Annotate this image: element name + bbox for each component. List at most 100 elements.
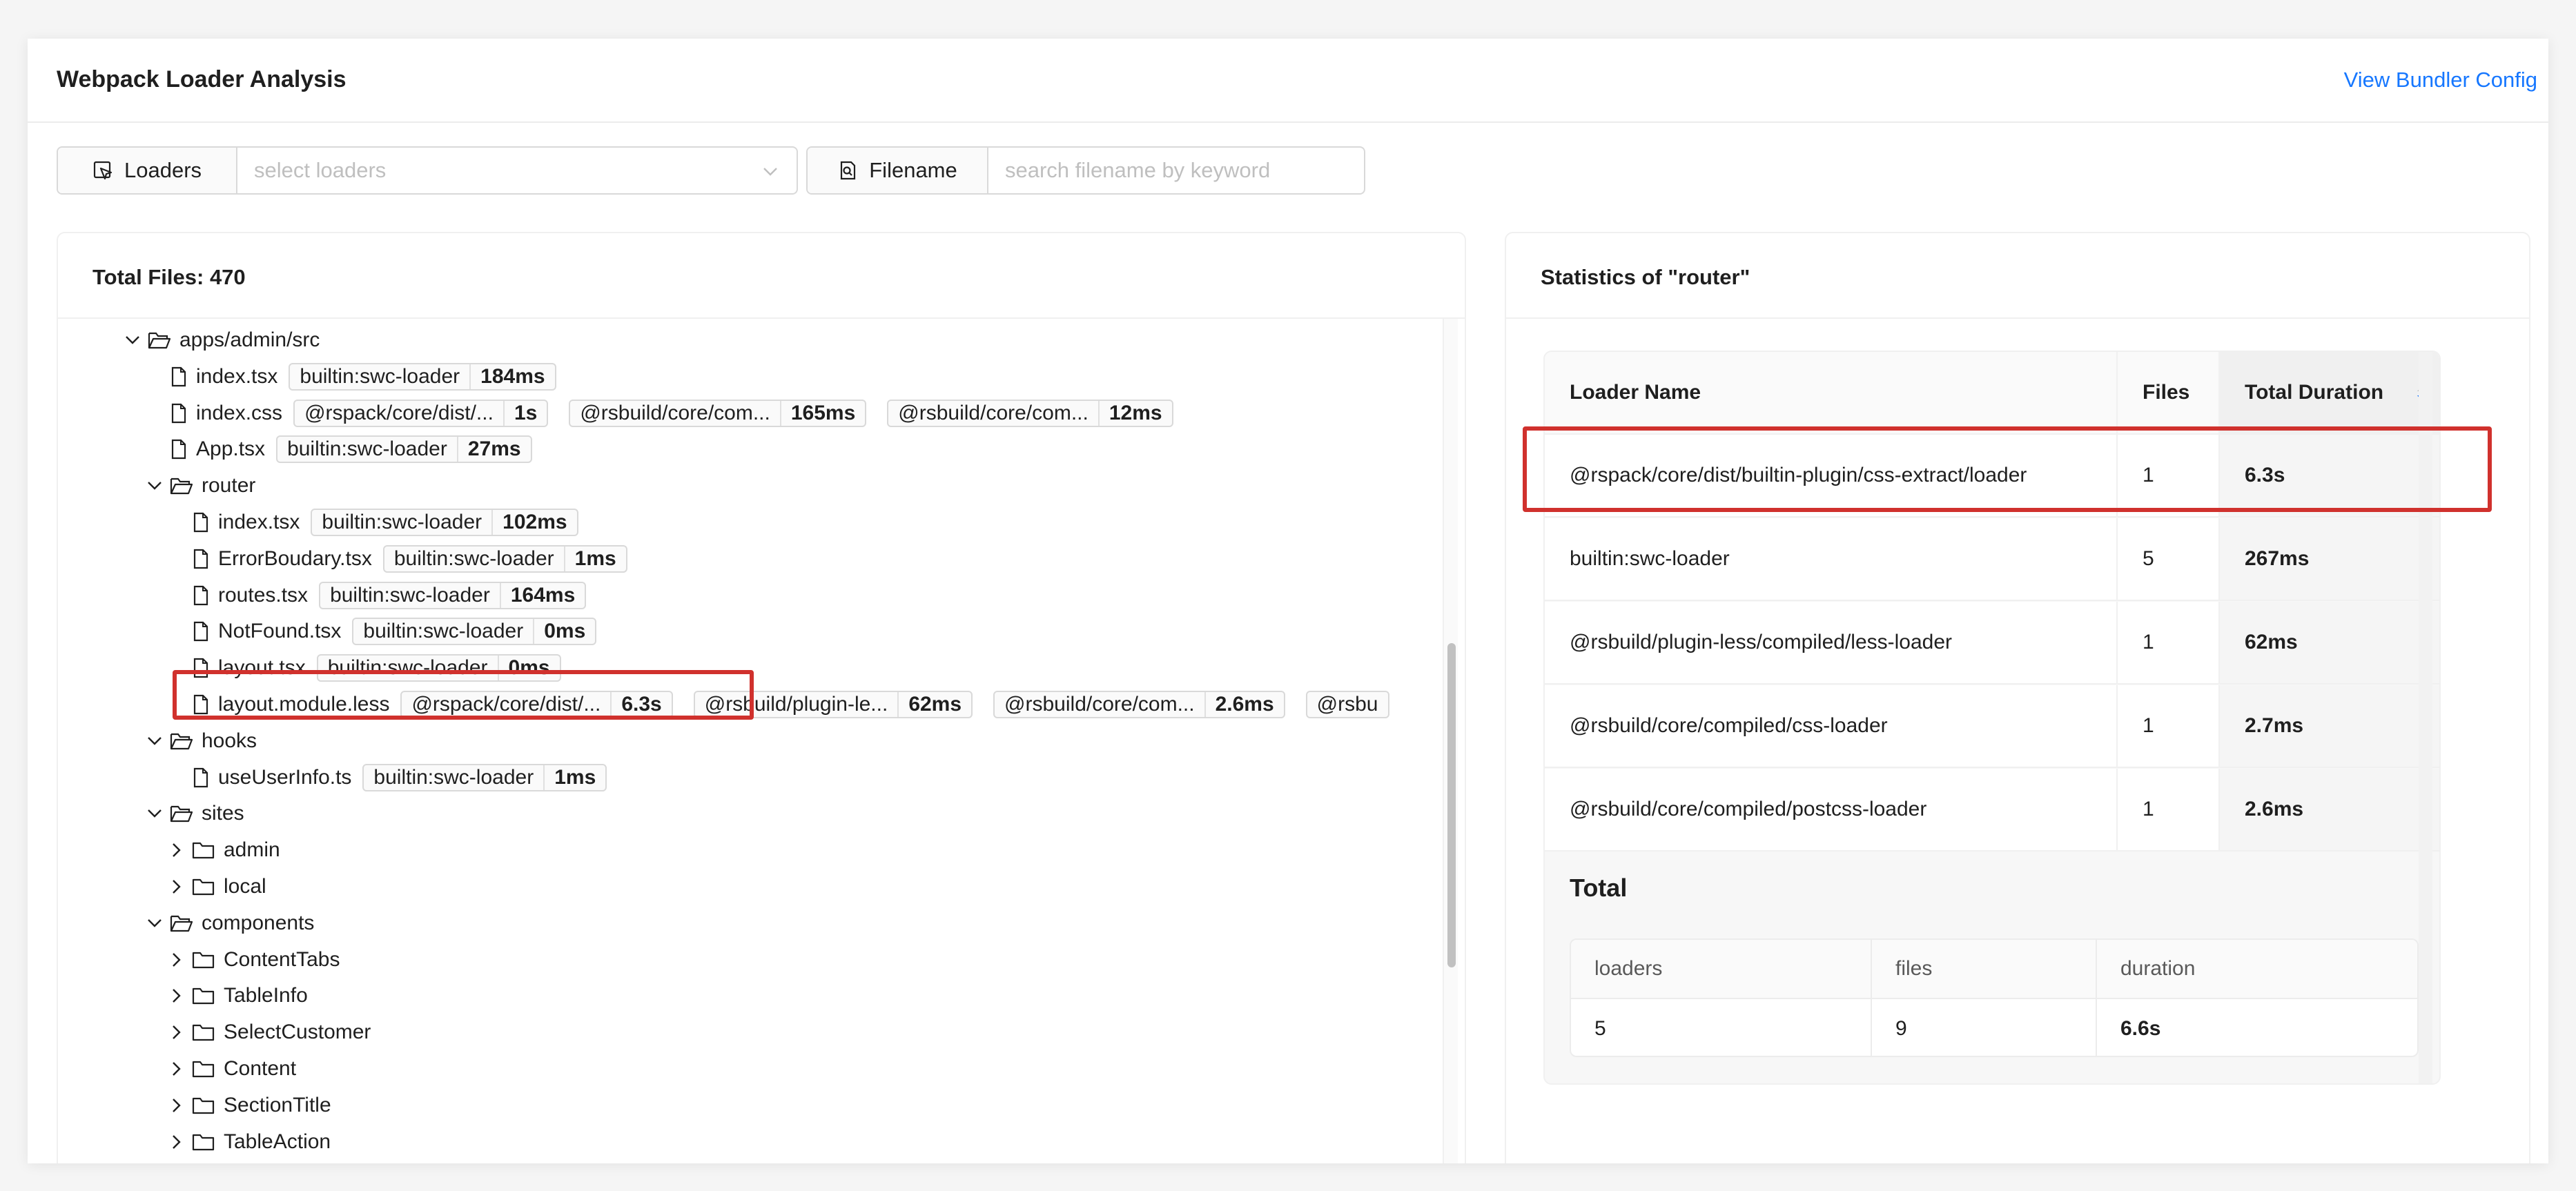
- loader-tag[interactable]: @rsbuild/core/com... 165ms: [569, 399, 867, 427]
- total-col-loaders: loaders: [1571, 940, 1872, 998]
- tree-folder-row[interactable]: ProductT: [192, 1160, 319, 1163]
- loader-tag[interactable]: builtin:swc-loader 1ms: [362, 763, 607, 791]
- tree-file-row[interactable]: routes.tsx builtin:swc-loader 164ms: [192, 578, 607, 613]
- tree-folder-row[interactable]: hooks: [170, 723, 268, 759]
- tree-item-name: ErrorBoudary.tsx: [218, 547, 372, 570]
- loader-tag-name: builtin:swc-loader: [318, 656, 499, 681]
- tree-item-name: layout.module.less: [218, 693, 390, 716]
- loader-tag[interactable]: builtin:swc-loader 102ms: [311, 509, 578, 536]
- total-loaders-value: 5: [1571, 999, 1872, 1056]
- loader-tag-time: 1ms: [554, 765, 596, 789]
- tree-folder-row[interactable]: components: [170, 905, 325, 941]
- tree-item-name: SectionTitle: [224, 1093, 331, 1116]
- folder-icon: [192, 1096, 215, 1115]
- tree-file-row[interactable]: index.css @rspack/core/dist/... 1s @rsbuild…: [170, 395, 1194, 431]
- total-col-files: files: [1872, 940, 2097, 998]
- column-total-duration[interactable]: Total Duration: [2220, 352, 2439, 433]
- chevron-right-icon[interactable]: [168, 1097, 185, 1114]
- loader-tag-time: 165ms: [790, 401, 856, 424]
- tree-item-name: SelectCustomer: [224, 1021, 371, 1044]
- tree-folder-row[interactable]: SelectCustomer: [192, 1014, 382, 1050]
- tree-item-name: index.tsx: [218, 511, 300, 533]
- duration-cell: 2.7ms: [2220, 685, 2439, 767]
- chevron-down-icon[interactable]: [124, 332, 141, 348]
- chevron-right-icon[interactable]: [168, 952, 185, 968]
- tree-folder-row[interactable]: apps/admin/src: [148, 322, 331, 358]
- tree-folder-row[interactable]: admin: [192, 832, 291, 868]
- tree-folder-row[interactable]: TableAction: [192, 1124, 342, 1160]
- tree-item-name: TableAction: [224, 1130, 331, 1153]
- total-files-value: 9: [1872, 999, 2097, 1056]
- loader-tag[interactable]: @rsbuild/plugin-le... 62ms: [693, 691, 973, 718]
- tree-file-row[interactable]: App.tsx builtin:swc-loader 27ms: [170, 431, 553, 467]
- filename-search-input[interactable]: search filename by keyword: [988, 148, 1364, 193]
- loader-tag[interactable]: @rspack/core/dist/... 6.3s: [400, 691, 673, 718]
- file-tree: apps/admin/src index.tsx builtin:swc-loade…: [58, 319, 1444, 1163]
- loader-tag[interactable]: @rsbuild/core/com... 2.6ms: [993, 691, 1285, 718]
- tree-file-row[interactable]: index.tsx builtin:swc-loader 184ms: [170, 359, 577, 395]
- tree-item-name: layout.tsx: [218, 656, 306, 680]
- chevron-down-icon[interactable]: [146, 478, 163, 494]
- files-cell: 5: [2118, 518, 2220, 600]
- file-icon: [192, 694, 210, 715]
- chevron-right-icon[interactable]: [168, 1134, 185, 1150]
- page-title: Webpack Loader Analysis: [57, 66, 347, 92]
- loader-tag[interactable]: builtin:swc-loader 27ms: [276, 435, 532, 464]
- tree-scrollbar[interactable]: [1443, 319, 1458, 1163]
- loaders-select[interactable]: select loaders: [237, 148, 797, 193]
- loader-tag-time: 102ms: [502, 511, 567, 533]
- files-cell: 1: [2118, 435, 2220, 516]
- tree-folder-row[interactable]: Content: [192, 1051, 307, 1087]
- loader-tag-name: builtin:swc-loader: [312, 510, 494, 535]
- tree-file-row[interactable]: index.tsx builtin:swc-loader 102ms: [192, 504, 599, 540]
- loader-tag[interactable]: builtin:swc-loader 0ms: [352, 618, 597, 646]
- table-row: @rsbuild/core/compiled/css-loader 1 2.7ms: [1545, 685, 2439, 768]
- chevron-right-icon[interactable]: [168, 987, 185, 1004]
- tree-file-row[interactable]: NotFound.tsx builtin:swc-loader 0ms: [192, 613, 617, 649]
- tree-folder-row[interactable]: SectionTitle: [192, 1087, 342, 1123]
- chevron-down-icon[interactable]: [146, 733, 163, 749]
- loader-tag-name: @rsbuild/plugin-le...: [695, 692, 899, 717]
- folder-icon: [192, 1132, 215, 1152]
- loader-tag[interactable]: @rspack/core/dist/... 1s: [293, 399, 549, 427]
- tree-folder-row[interactable]: TableInfo: [192, 978, 319, 1014]
- folder-icon: [192, 950, 215, 969]
- chevron-down-icon[interactable]: [146, 805, 163, 822]
- loader-tag-time: 27ms: [467, 437, 521, 461]
- tree-file-row[interactable]: ErrorBoudary.tsx builtin:swc-loader 1ms: [192, 541, 648, 577]
- tree-folder-row[interactable]: router: [170, 468, 266, 504]
- chevron-right-icon[interactable]: [168, 842, 185, 858]
- loaders-select-icon: [93, 161, 113, 180]
- loader-tag[interactable]: builtin:swc-loader 1ms: [382, 544, 627, 573]
- loader-tag[interactable]: @rsbu: [1305, 691, 1389, 718]
- chevron-right-icon[interactable]: [168, 1024, 185, 1041]
- tree-folder-row[interactable]: sites: [170, 796, 255, 831]
- tree-file-row[interactable]: layout.module.less @rspack/core/dist/... 6…: [192, 687, 1410, 722]
- loader-tag[interactable]: @rsbuild/core/com... 12ms: [887, 399, 1173, 427]
- view-bundler-config-link[interactable]: View Bundler Config: [2344, 68, 2537, 92]
- loader-name-cell: builtin:swc-loader: [1545, 518, 2118, 600]
- chevron-right-icon[interactable]: [168, 878, 185, 895]
- chevron-right-icon[interactable]: [168, 1061, 185, 1077]
- loader-name-cell: @rsbuild/core/compiled/postcss-loader: [1545, 769, 2118, 850]
- folder-icon: [192, 1059, 215, 1079]
- loader-tag[interactable]: builtin:swc-loader 184ms: [289, 362, 556, 391]
- total-table-row: 5 9 6.6s: [1571, 999, 2417, 1056]
- tree-folder-row[interactable]: ContentTabs: [192, 942, 351, 978]
- chevron-down-icon[interactable]: [146, 915, 163, 932]
- loader-tag-name: @rsbu: [1316, 693, 1378, 716]
- statistics-panel: Statistics of "router" Loader Name Files…: [1505, 232, 2530, 1163]
- tree-file-row[interactable]: useUserInfo.ts builtin:swc-loader 1ms: [192, 760, 627, 796]
- loader-tag[interactable]: builtin:swc-loader 164ms: [319, 581, 587, 609]
- tree-folder-row[interactable]: local: [192, 869, 277, 905]
- files-cell: 1: [2118, 769, 2220, 850]
- tree-scrollbar-thumb[interactable]: [1447, 643, 1456, 967]
- file-icon: [192, 621, 210, 642]
- table-row: @rspack/core/dist/builtin-plugin/css-ext…: [1545, 435, 2439, 518]
- stats-table-scrollbar[interactable]: [2419, 352, 2432, 1083]
- folder-open-icon: [170, 804, 193, 823]
- tree-file-row[interactable]: layout.tsx builtin:swc-loader 0ms: [192, 650, 582, 686]
- tree-item-name: admin: [224, 838, 280, 862]
- loader-tag[interactable]: builtin:swc-loader 0ms: [316, 654, 561, 682]
- file-search-icon: [841, 161, 856, 180]
